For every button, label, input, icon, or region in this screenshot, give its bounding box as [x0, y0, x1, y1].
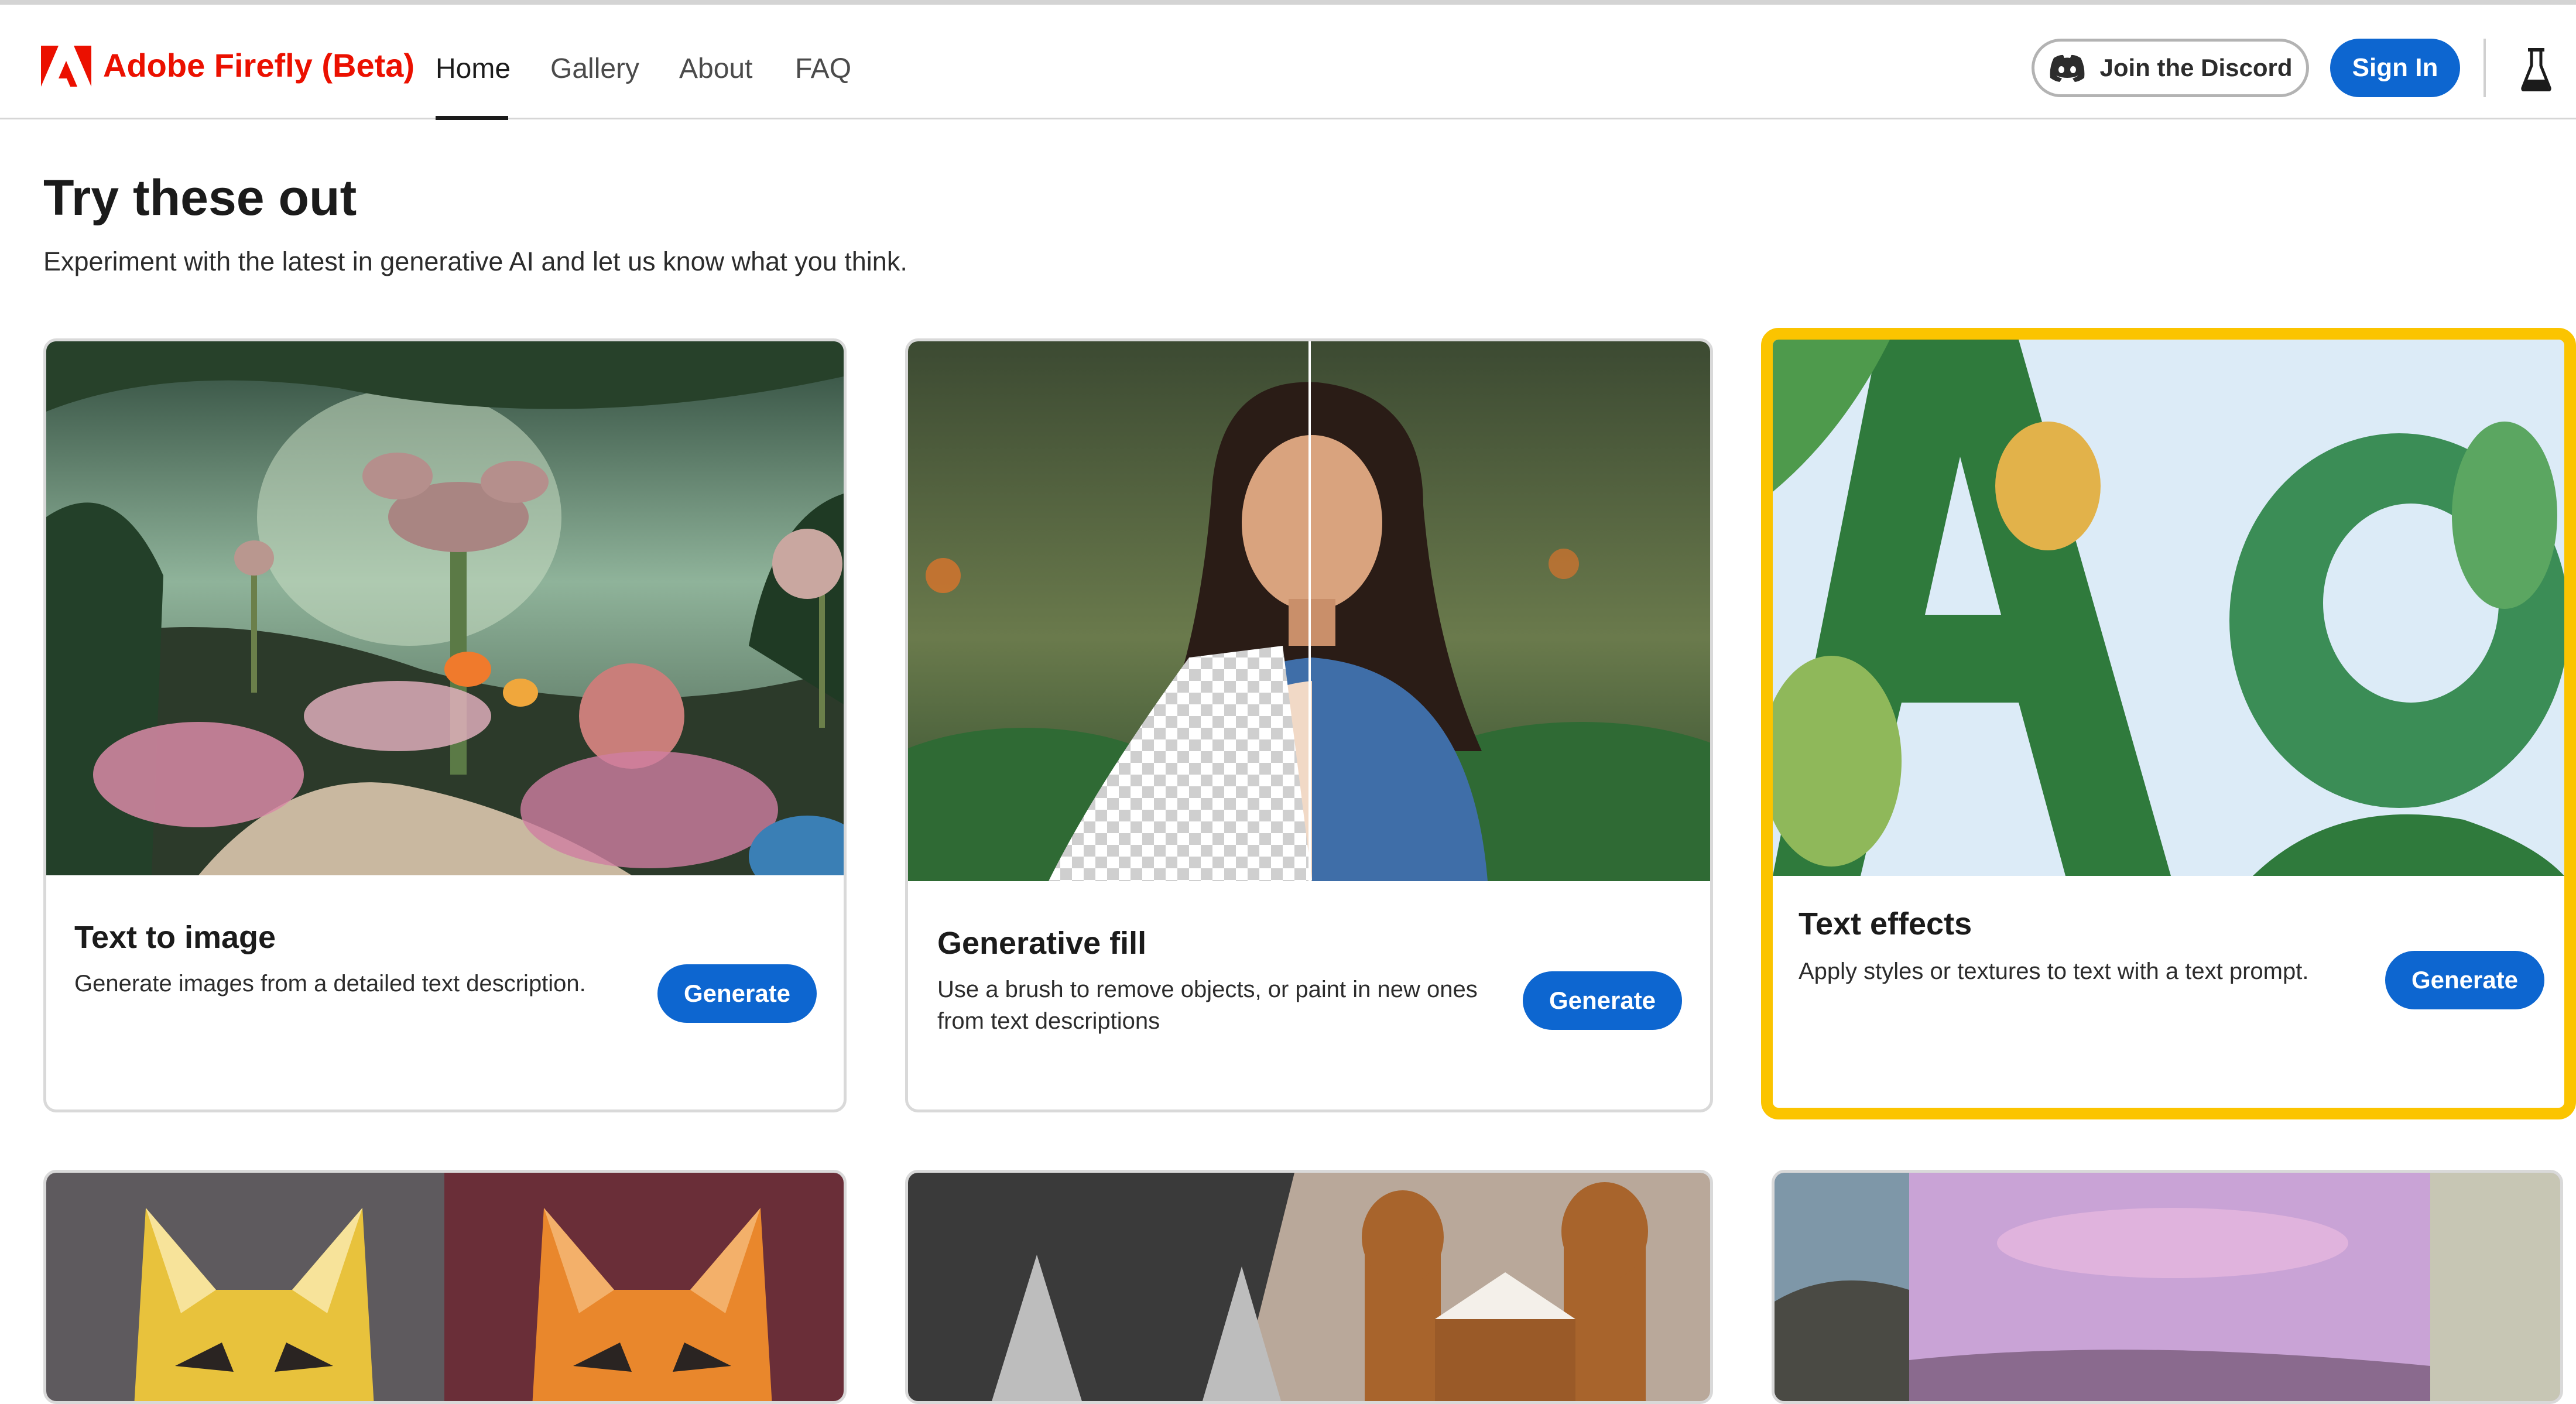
- leafy-letters-image[interactable]: [1773, 340, 2564, 876]
- active-tab-indicator: [436, 116, 508, 120]
- adobe-logo-icon[interactable]: [41, 46, 91, 87]
- card-lower-2[interactable]: [905, 1170, 1713, 1404]
- origami-tiger-image[interactable]: [46, 1173, 844, 1401]
- brand-name[interactable]: Adobe Firefly (Beta): [103, 44, 415, 87]
- nav-faq[interactable]: FAQ: [795, 52, 851, 87]
- card-title: Generative fill: [937, 926, 1147, 961]
- nav-home[interactable]: Home: [436, 52, 511, 87]
- card-title: Text effects: [1799, 906, 1972, 941]
- header-divider: [2483, 39, 2486, 97]
- pink-sky-landscape-image[interactable]: [1775, 1173, 2560, 1401]
- page-title: Try these out: [43, 170, 357, 226]
- card-text-to-image[interactable]: Text to image Generate images from a det…: [43, 338, 847, 1112]
- generate-button[interactable]: Generate: [1523, 971, 1682, 1030]
- card-lower-1[interactable]: [43, 1170, 847, 1404]
- generate-button[interactable]: Generate: [2385, 951, 2544, 1009]
- card-description: Use a brush to remove objects, or paint …: [937, 977, 1478, 1034]
- gingerbread-3d-image[interactable]: [908, 1173, 1710, 1401]
- nav-gallery[interactable]: Gallery: [550, 52, 639, 87]
- card-generative-fill[interactable]: Generative fill Use a brush to remove ob…: [905, 338, 1713, 1112]
- sign-in-button[interactable]: Sign In: [2330, 39, 2460, 97]
- browser-top-line: [0, 0, 2576, 5]
- generate-button[interactable]: Generate: [657, 964, 817, 1023]
- fantasy-garden-image[interactable]: [46, 341, 844, 875]
- nav-about[interactable]: About: [679, 52, 752, 87]
- top-navigation-bar: Adobe Firefly (Beta) Home Gallery About …: [0, 5, 2576, 120]
- join-discord-button[interactable]: Join the Discord: [2032, 39, 2309, 97]
- card-description: Apply styles or textures to text with a …: [1799, 958, 2309, 984]
- card-text-effects[interactable]: Text effects Apply styles or textures to…: [1761, 328, 2576, 1119]
- card-lower-3[interactable]: [1772, 1170, 2563, 1404]
- page-subtitle: Experiment with the latest in generative…: [43, 246, 907, 276]
- discord-button-label: Join the Discord: [2099, 54, 2293, 81]
- woman-portrait-image[interactable]: [908, 341, 1710, 881]
- card-title: Text to image: [74, 920, 276, 955]
- flask-icon[interactable]: [2521, 47, 2551, 91]
- card-description: Generate images from a detailed text des…: [74, 971, 586, 997]
- discord-icon: [2050, 54, 2085, 82]
